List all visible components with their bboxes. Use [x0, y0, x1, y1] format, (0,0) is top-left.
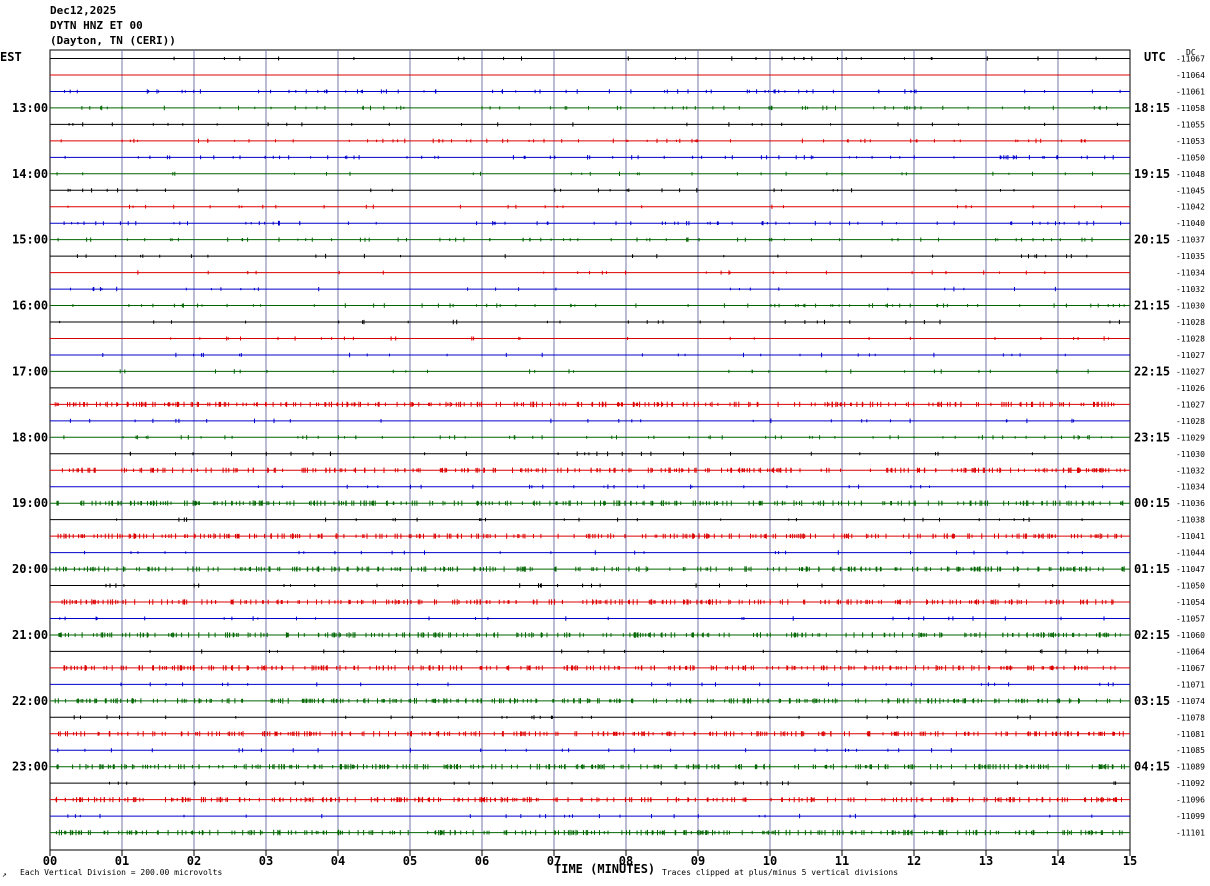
header-date: Dec12,2025 [50, 4, 117, 17]
dc-offset-label: -11055 [1176, 120, 1205, 129]
dc-offset-label: -11037 [1176, 236, 1205, 245]
dc-offset-label: -11032 [1176, 285, 1205, 294]
dc-offset-label: -11089 [1176, 763, 1205, 772]
scale-note: Each Vertical Division = 200.00 microvol… [20, 868, 223, 877]
utc-hour-label: 02:15 [1134, 628, 1170, 642]
dc-offset-label: -11085 [1176, 746, 1205, 755]
plot-frame [49, 49, 1131, 851]
grid-layer [49, 49, 1131, 851]
dc-offset-label: -11041 [1176, 532, 1205, 541]
x-tick-label: 10 [763, 854, 777, 868]
x-tick-label: 12 [907, 854, 921, 868]
dc-offset-label: -11058 [1176, 104, 1205, 113]
x-tick-label: 00 [43, 854, 57, 868]
x-tick-label: 15 [1123, 854, 1137, 868]
est-hour-label: 17:00 [12, 364, 48, 378]
dc-offset-label: -11035 [1176, 252, 1205, 261]
dc-offset-label: -11032 [1176, 466, 1205, 475]
x-tick-label: 14 [1051, 854, 1065, 868]
est-hour-label: 15:00 [12, 233, 48, 247]
dc-offset-label: -11061 [1176, 87, 1205, 96]
dc-offset-label: -11034 [1176, 269, 1205, 278]
utc-hour-label: 22:15 [1134, 364, 1170, 378]
x-tick-label: 02 [187, 854, 201, 868]
utc-hour-label: 19:15 [1134, 167, 1170, 181]
utc-hour-label: 20:15 [1134, 233, 1170, 247]
utc-hour-label: 01:15 [1134, 562, 1170, 576]
dc-offset-label: -11027 [1176, 367, 1205, 376]
x-tick-label: 06 [475, 854, 489, 868]
x-tick-label: 13 [979, 854, 993, 868]
dc-label: DC [1186, 48, 1196, 57]
dc-offset-label: -11045 [1176, 186, 1205, 195]
utc-axis-label: UTC [1144, 50, 1166, 64]
est-hour-label: 20:00 [12, 562, 48, 576]
x-tick-label: 05 [403, 854, 417, 868]
clip-note: Traces clipped at plus/minus 5 vertical … [662, 868, 899, 877]
dc-offset-label: -11026 [1176, 384, 1205, 393]
dc-offset-label: -11057 [1176, 614, 1205, 623]
est-hour-label: 19:00 [12, 496, 48, 510]
dc-offset-label: -11042 [1176, 203, 1205, 212]
helicorder-chart: 00 01 02 03 04 05 06 07 08 09 10 11 12 13 14 15-11067-1… [12, 49, 1205, 869]
dc-offset-label: -11040 [1176, 219, 1205, 228]
dc-offset-label: -11034 [1176, 483, 1205, 492]
utc-hour-label: 03:15 [1134, 694, 1170, 708]
dc-offset-label: -11074 [1176, 697, 1205, 706]
header-station: DYTN HNZ ET 00 [50, 19, 143, 32]
dc-offset-label: -11050 [1176, 153, 1205, 162]
est-hour-label: 14:00 [12, 167, 48, 181]
dc-offset-label: -11096 [1176, 796, 1205, 805]
trace-layer [50, 56, 1130, 836]
dc-offset-label: -11054 [1176, 598, 1205, 607]
dc-offset-label: -11028 [1176, 334, 1205, 343]
dc-offset-label: -11027 [1176, 351, 1205, 360]
est-hour-label: 16:00 [12, 299, 48, 313]
dc-offset-label: -11081 [1176, 730, 1205, 739]
dc-offset-label: -11028 [1176, 318, 1205, 327]
x-tick-label: 03 [259, 854, 273, 868]
x-tick-label: 04 [331, 854, 345, 868]
dc-offset-label: -11078 [1176, 713, 1205, 722]
dc-offset-label: -11028 [1176, 417, 1205, 426]
dc-offset-label: -11064 [1176, 647, 1205, 656]
est-hour-label: 21:00 [12, 628, 48, 642]
dc-offset-label: -11064 [1176, 71, 1205, 80]
dc-offset-label: -11038 [1176, 516, 1205, 525]
est-hour-label: 22:00 [12, 694, 48, 708]
dc-offset-label: -11050 [1176, 582, 1205, 591]
corner-icon: ↗ [2, 870, 7, 879]
label-layer: 00 01 02 03 04 05 06 07 08 09 10 11 12 13 14 15-11067-1… [12, 55, 1205, 869]
dc-offset-label: -11036 [1176, 499, 1205, 508]
dc-offset-label: -11047 [1176, 565, 1205, 574]
dc-offset-label: -11048 [1176, 170, 1205, 179]
dc-offset-label: -11060 [1176, 631, 1205, 640]
x-axis-title: TIME (MINUTES) [554, 862, 656, 876]
utc-hour-label: 04:15 [1134, 760, 1170, 774]
utc-hour-label: 18:15 [1134, 101, 1170, 115]
utc-hour-label: 00:15 [1134, 496, 1170, 510]
est-axis-label: EST [0, 50, 22, 64]
header-location: (Dayton, TN (CERI)) [50, 34, 176, 47]
dc-offset-label: -11071 [1176, 680, 1205, 689]
est-hour-label: 13:00 [12, 101, 48, 115]
utc-hour-label: 23:15 [1134, 430, 1170, 444]
dc-offset-label: -11099 [1176, 812, 1205, 821]
est-hour-label: 18:00 [12, 430, 48, 444]
dc-offset-label: -11053 [1176, 137, 1205, 146]
dc-offset-label: -11029 [1176, 433, 1205, 442]
x-tick-label: 09 [691, 854, 705, 868]
dc-offset-label: -11092 [1176, 779, 1205, 788]
dc-offset-label: -11030 [1176, 302, 1205, 311]
x-tick-label: 11 [835, 854, 849, 868]
est-hour-label: 23:00 [12, 760, 48, 774]
dc-offset-label: -11044 [1176, 549, 1205, 558]
dc-offset-label: -11067 [1176, 664, 1205, 673]
x-tick-label: 01 [115, 854, 129, 868]
dc-offset-label: -11101 [1176, 829, 1205, 838]
utc-hour-label: 21:15 [1134, 299, 1170, 313]
dc-offset-label: -11030 [1176, 450, 1205, 459]
dc-offset-label: -11027 [1176, 400, 1205, 409]
